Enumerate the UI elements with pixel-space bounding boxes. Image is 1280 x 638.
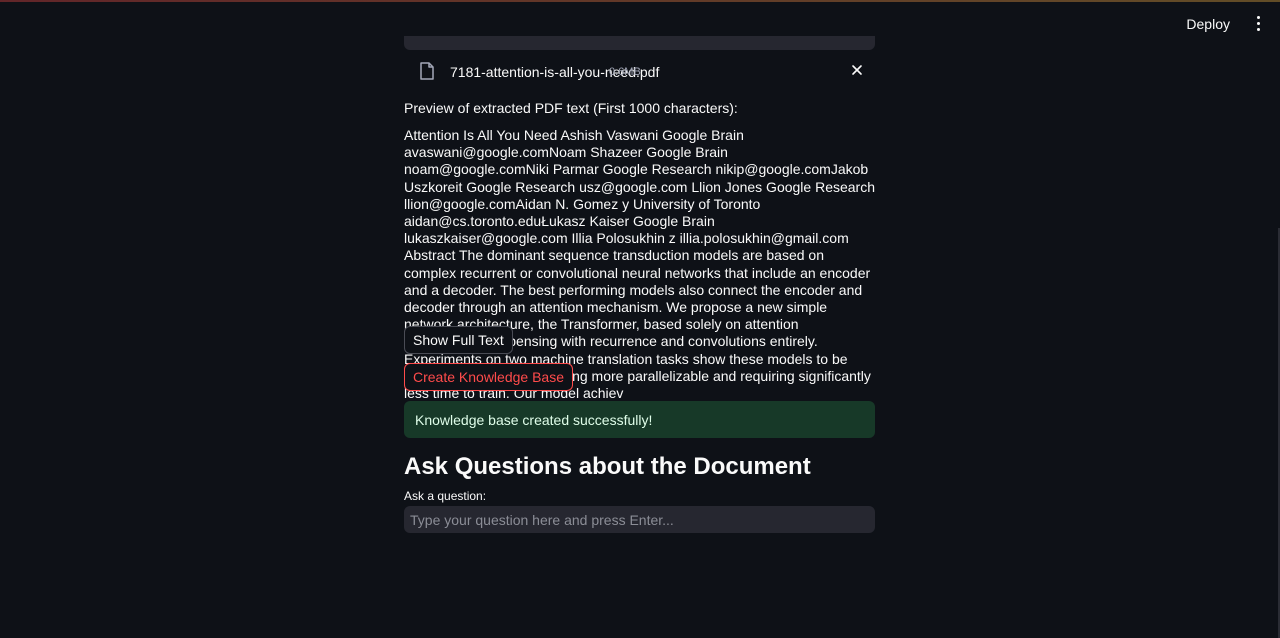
question-input[interactable] xyxy=(404,506,875,533)
section-title: Ask Questions about the Document xyxy=(404,453,811,480)
file-uploader-dropzone[interactable] xyxy=(404,36,875,50)
file-icon xyxy=(420,62,434,80)
uploaded-file-row: 7181-attention-is-all-you-need.pdf 0.6MB xyxy=(404,56,875,88)
success-alert-text: Knowledge base created successfully! xyxy=(415,412,653,428)
question-label: Ask a question: xyxy=(404,489,487,503)
preview-label: Preview of extracted PDF text (First 100… xyxy=(404,100,738,116)
preview-text: Attention Is All You Need Ashish Vaswani… xyxy=(404,127,876,402)
success-alert: Knowledge base created successfully! xyxy=(404,401,875,438)
create-knowledge-base-button[interactable]: Create Knowledge Base xyxy=(404,363,573,391)
more-vertical-icon[interactable] xyxy=(1250,14,1266,32)
close-icon[interactable] xyxy=(849,62,865,78)
file-size: 0.6MB xyxy=(609,66,641,78)
deploy-button[interactable]: Deploy xyxy=(1180,14,1236,34)
show-full-text-button[interactable]: Show Full Text xyxy=(404,326,513,354)
